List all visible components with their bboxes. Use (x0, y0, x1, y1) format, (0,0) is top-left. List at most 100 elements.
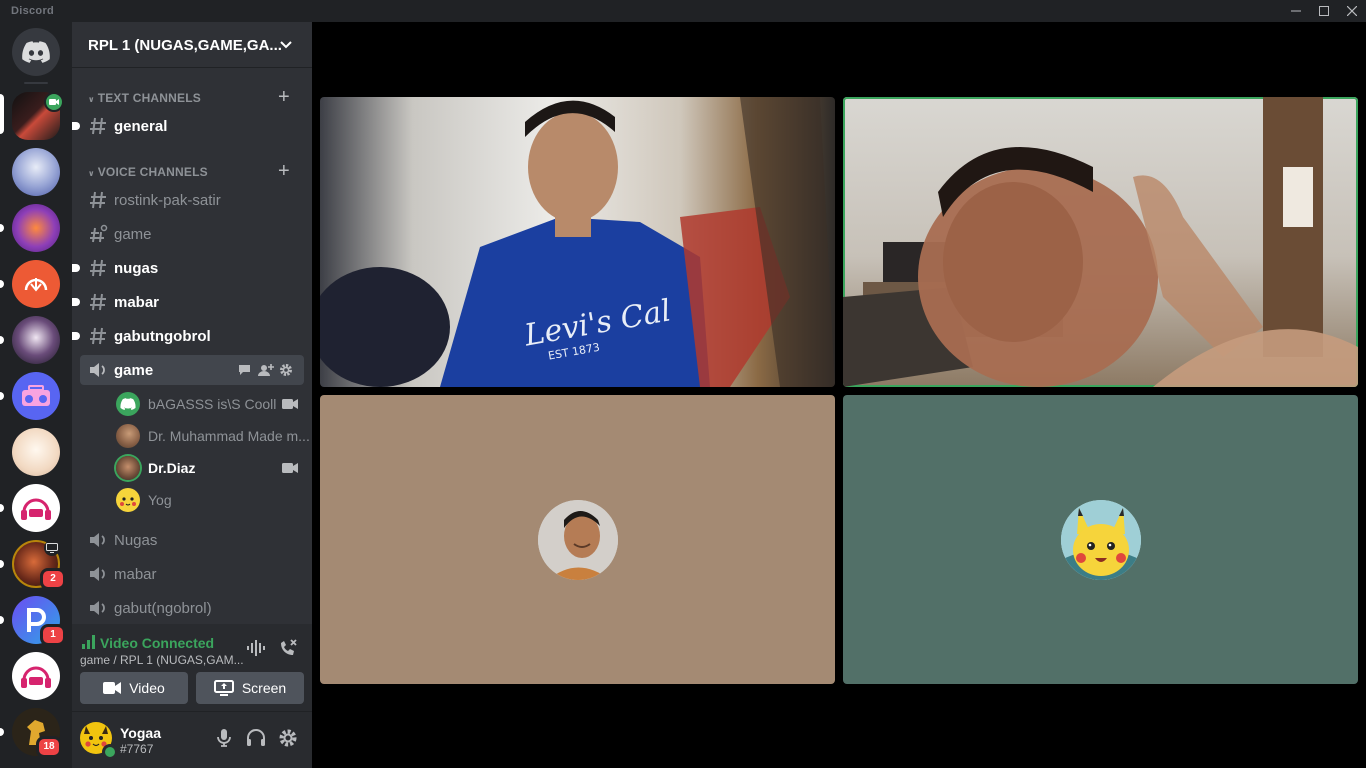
disconnect-phone-icon (281, 639, 297, 655)
unread-indicator (72, 264, 80, 272)
channel-label: gabutngobrol (114, 328, 211, 345)
voice-user[interactable]: Dr.Diaz (116, 454, 306, 482)
speaker-icon (90, 601, 105, 615)
voice-user-name: Dr. Muhammad Made m... (148, 428, 310, 444)
video-tile-muhammad[interactable] (320, 395, 835, 684)
channel-label: general (114, 118, 168, 135)
channel-label: game (114, 226, 152, 243)
unread-pill (0, 560, 4, 568)
category-text-channels[interactable]: ∨ TEXT CHANNELS (88, 91, 201, 105)
gear-icon[interactable] (279, 363, 293, 377)
server-header[interactable]: RPL 1 (NUGAS,GAME,GA... (72, 22, 312, 68)
server-icon[interactable] (12, 372, 60, 420)
channel-nugas[interactable]: nugas (72, 253, 304, 283)
channel-general[interactable]: general (72, 111, 304, 141)
participant-avatar (1061, 500, 1141, 580)
channel-label: game (114, 362, 154, 379)
unread-indicator (72, 298, 80, 306)
server-icon[interactable] (12, 428, 60, 476)
hashtag-icon (90, 327, 106, 345)
invite-user-icon[interactable] (258, 363, 274, 377)
video-tile-bagas[interactable]: Levi's Cal EST 1873 (320, 97, 835, 387)
home-button[interactable] (12, 28, 60, 76)
channel-label: rostink-pak-satir (114, 192, 221, 209)
voice-user[interactable]: Dr. Muhammad Made m... (116, 422, 310, 450)
gear-icon (279, 729, 297, 747)
voice-user[interactable]: Yog (116, 486, 306, 514)
microphone-icon (217, 729, 231, 747)
server-rail: 2 1 18 (0, 22, 72, 768)
avatar-speaking (116, 456, 140, 480)
online-status-icon (102, 744, 118, 760)
unread-indicator (72, 122, 80, 130)
avatar (116, 488, 140, 512)
noise-suppression-button[interactable] (246, 638, 266, 658)
collapse-arrow-icon: ∨ (88, 95, 95, 104)
screen-share-icon (44, 540, 60, 556)
discord-logo-icon (22, 41, 50, 63)
username: Yogaa (120, 725, 161, 741)
voice-user[interactable]: bAGASSS is\S Cooll (116, 390, 306, 418)
voice-user-name: bAGASSS is\S Cooll (148, 396, 277, 412)
channel-mabar[interactable]: mabar (72, 287, 304, 317)
minimize-icon (1291, 10, 1301, 12)
signal-strength-icon[interactable] (82, 635, 96, 649)
server-icon[interactable] (12, 316, 60, 364)
screen-label: Screen (241, 680, 287, 696)
thread-hashtag-icon (90, 224, 108, 243)
webcam-feed (843, 97, 1358, 387)
add-channel-button[interactable]: + (278, 161, 290, 181)
voice-channel-nugas[interactable]: Nugas (80, 525, 304, 555)
deafen-button[interactable] (244, 726, 268, 750)
camera-icon (282, 463, 298, 473)
disconnect-button[interactable] (278, 638, 298, 658)
unread-pill (0, 728, 4, 736)
speaker-icon (90, 363, 105, 377)
selected-pill (0, 94, 4, 134)
mention-badge: 18 (36, 736, 62, 758)
voice-channel-game[interactable]: game (80, 355, 304, 385)
server-name: RPL 1 (NUGAS,GAME,GA... (88, 37, 282, 54)
server-icon[interactable] (12, 260, 60, 308)
add-channel-button[interactable]: + (278, 87, 290, 107)
category-voice-channels[interactable]: ∨ VOICE CHANNELS (88, 165, 208, 179)
unread-pill (0, 504, 4, 512)
minimize-button[interactable] (1282, 0, 1310, 22)
connection-location[interactable]: game / RPL 1 (NUGAS,GAM... (80, 653, 244, 667)
voice-user-name: Yog (148, 492, 172, 508)
avatar (116, 392, 140, 416)
server-icon[interactable] (12, 204, 60, 252)
user-settings-button[interactable] (276, 726, 300, 750)
channel-gabutngobrol[interactable]: gabutngobrol (72, 321, 304, 351)
close-icon (1347, 6, 1357, 16)
speaker-icon (90, 533, 105, 547)
connection-status[interactable]: Video Connected (100, 635, 214, 651)
channel-game-text[interactable]: game (80, 219, 304, 249)
voice-channel-gabut[interactable]: gabut(ngobrol) (80, 593, 304, 623)
unread-pill (0, 392, 4, 400)
voice-user-name: Dr.Diaz (148, 460, 196, 476)
video-tile-yog[interactable] (843, 395, 1358, 684)
server-icon-music[interactable] (12, 652, 60, 700)
collapse-arrow-icon: ∨ (88, 169, 95, 178)
voice-channel-mabar[interactable]: mabar (80, 559, 304, 589)
channel-label: mabar (114, 294, 160, 311)
server-icon-music[interactable] (12, 484, 60, 532)
chat-icon[interactable] (238, 364, 251, 376)
soundwave-icon (247, 640, 265, 656)
channel-label: nugas (114, 260, 159, 277)
participant-avatar (538, 500, 618, 580)
close-button[interactable] (1338, 0, 1366, 22)
video-tile-diaz-speaking[interactable] (843, 97, 1358, 387)
webcam-feed: Levi's Cal EST 1873 (320, 97, 835, 387)
hashtag-icon (90, 293, 106, 311)
video-button[interactable]: Video (80, 672, 188, 704)
headphones-icon (247, 729, 265, 746)
screen-share-button[interactable]: Screen (196, 672, 304, 704)
mute-button[interactable] (212, 726, 236, 750)
unread-pill (0, 616, 4, 624)
server-icon[interactable] (12, 148, 60, 196)
maximize-button[interactable] (1310, 0, 1338, 22)
unread-indicator (72, 332, 80, 340)
channel-rostink-pak-satir[interactable]: rostink-pak-satir (80, 185, 304, 215)
